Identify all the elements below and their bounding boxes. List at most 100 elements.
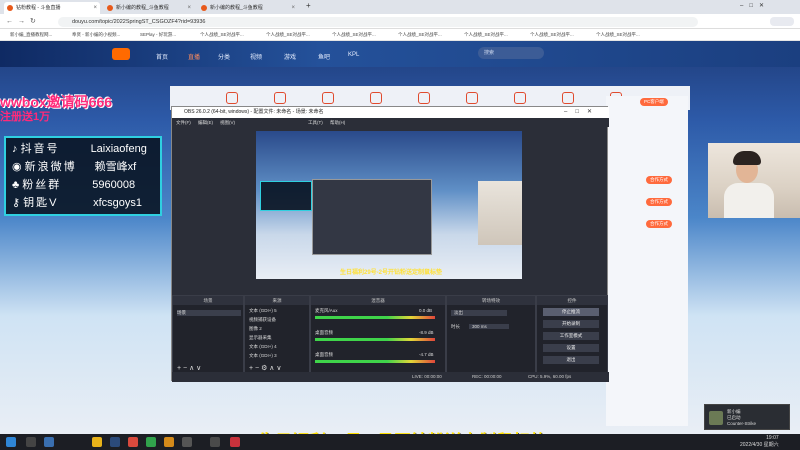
source-item[interactable]: 文本 (GDI+) 4 xyxy=(249,344,277,350)
file-explorer-icon[interactable] xyxy=(92,437,102,447)
windows-start-icon[interactable] xyxy=(6,437,16,447)
menu-help[interactable]: 帮助(H) xyxy=(330,118,345,127)
task-view-icon[interactable] xyxy=(44,437,54,447)
start-recording-button[interactable]: 开始录制 xyxy=(543,320,599,328)
nested-webcam xyxy=(478,181,522,245)
obs-taskbar-icon[interactable] xyxy=(210,437,220,447)
bookmark-item[interactable]: 个人战绩_SE对战平... xyxy=(200,31,244,39)
info-value: xfcsgoys1 xyxy=(93,197,143,209)
bookmark-item[interactable]: 个人战绩_SE对战平... xyxy=(596,31,640,39)
transition-select[interactable]: 淡出 xyxy=(451,310,507,316)
app-icon[interactable] xyxy=(164,437,174,447)
browser-tab-bar: 钻粉教程 - 斗鱼直播 × 新小编的教程_斗鱼教程 × 新小编的教程_斗鱼教程 × +… xyxy=(0,0,800,14)
bookmark-item[interactable]: 奉贤 - 新小编的小视频... xyxy=(72,31,120,39)
source-item[interactable]: 图像 2 xyxy=(249,326,262,332)
gift-icon[interactable] xyxy=(274,92,286,104)
clock-icon[interactable] xyxy=(466,92,478,104)
menu-file[interactable]: 文件(F) xyxy=(176,118,191,127)
obs-preview[interactable]: 生日福利29号-2号开钻粉送定制鼠标垫 xyxy=(256,131,522,279)
menu-view[interactable]: 视图(V) xyxy=(220,118,235,127)
browser-tab-2[interactable]: 新小编的教程_斗鱼教程 × xyxy=(104,2,194,14)
tab-label: 钻粉教程 - 斗鱼直播 xyxy=(16,5,61,11)
settings-button[interactable]: 设置 xyxy=(543,344,599,352)
address-bar[interactable]: douyu.com/topic/2022SpringST_CSGOZF4?rid… xyxy=(58,17,698,27)
ticket-icon[interactable] xyxy=(562,92,574,104)
calendar-icon[interactable] xyxy=(226,92,238,104)
source-toolbar[interactable]: + − ⚙ ∧ ∨ xyxy=(249,364,281,372)
app-icon[interactable] xyxy=(128,437,138,447)
profile-button[interactable] xyxy=(770,17,794,26)
chrome-icon[interactable] xyxy=(146,437,156,447)
obs-window-controls[interactable]: –□✕ xyxy=(564,108,600,115)
nav-live[interactable]: 直播 xyxy=(188,52,200,61)
mixer-dock: 混音器 麦克风/Aux 0.0 dB 桌面音频 -8.9 dB 桌面音频 -4.… xyxy=(310,295,446,375)
menu-tools[interactable]: 工具(T) xyxy=(308,118,323,127)
douyu-favicon-icon xyxy=(7,5,13,11)
weibo-icon: ◉ xyxy=(12,161,25,173)
mixer-track-name: 麦克风/Aux xyxy=(315,308,338,313)
tv-icon[interactable] xyxy=(322,92,334,104)
close-tab-icon[interactable]: × xyxy=(187,2,191,14)
source-item[interactable]: 显示器采集 xyxy=(249,335,272,341)
bookmark-item[interactable]: 个人战绩_SE对战平... xyxy=(332,31,376,39)
info-value: 5960008 xyxy=(92,179,136,191)
fire-icon[interactable] xyxy=(418,92,430,104)
pc-client-button[interactable]: PC客户端 xyxy=(640,98,668,106)
nav-video[interactable]: 视频 xyxy=(250,52,262,61)
menu-edit[interactable]: 编辑(E) xyxy=(198,118,213,127)
steam-icon[interactable] xyxy=(110,437,120,447)
info-row-douyin: ♪ 抖音号 Laixiaofeng xyxy=(12,140,147,158)
clock-date: 2022/4/30 星期六 xyxy=(740,442,779,448)
mixer-track-db: -4.7 dB xyxy=(419,352,434,357)
source-item[interactable]: 文本 (GDI+) 5 xyxy=(249,308,277,314)
scenes-dock: 场景 场景 + − ∧ ∨ xyxy=(172,295,244,375)
duration-input[interactable]: 300 ms xyxy=(469,324,509,329)
taskbar: 19:07 2022/4/30 星期六 xyxy=(0,434,800,450)
source-item[interactable]: 文本 (GDI+) 3 xyxy=(249,353,277,359)
app-icon[interactable] xyxy=(182,437,192,447)
cooperation-button[interactable]: 合作方式 xyxy=(646,176,672,184)
trophy-icon[interactable] xyxy=(370,92,382,104)
scene-toolbar[interactable]: + − ∧ ∨ xyxy=(177,364,201,372)
app-icon[interactable] xyxy=(230,437,240,447)
info-value: Laixiaofeng xyxy=(90,143,147,155)
search-icon[interactable] xyxy=(26,437,36,447)
window-controls[interactable]: –□✕ xyxy=(740,2,770,9)
nav-category[interactable]: 分类 xyxy=(218,52,230,61)
bookmark-item[interactable]: 个人战绩_SE对战平... xyxy=(530,31,574,39)
source-item[interactable]: 视频捕获设备 xyxy=(249,317,276,323)
site-search-input[interactable]: 搜索 xyxy=(478,47,544,59)
info-value: 赖雪峰xf xyxy=(94,161,137,173)
bookmark-item[interactable]: SEPlay - 好玩游... xyxy=(140,31,176,39)
tab-label: 新小编的教程_斗鱼教程 xyxy=(210,5,263,11)
info-key: 新浪微博 xyxy=(24,161,77,173)
system-clock[interactable]: 19:07 2022/4/30 星期六 xyxy=(740,435,779,449)
browser-tab-1[interactable]: 钻粉教程 - 斗鱼直播 × xyxy=(4,2,100,14)
game-notification[interactable]: 新小编 已启动 Counter-Strike xyxy=(704,404,790,430)
sources-dock: 来源 文本 (GDI+) 5 视频捕获设备 图像 2 显示器采集 文本 (GDI… xyxy=(244,295,310,375)
close-tab-icon[interactable]: × xyxy=(291,2,295,14)
bookmark-item[interactable]: 个人战绩_SE对战平... xyxy=(464,31,508,39)
bookmark-item[interactable]: 新小编_直播教程网... xyxy=(10,31,52,39)
site-header: 首页 直播 分类 视频 游戏 鱼吧 KPL xyxy=(0,41,800,67)
stop-streaming-button[interactable]: 停止推流 xyxy=(543,308,599,316)
nav-buttons[interactable]: ←→↻ xyxy=(6,17,41,25)
nav-yuba[interactable]: 鱼吧 xyxy=(318,52,330,61)
bookmark-item[interactable]: 个人战绩_SE对战平... xyxy=(266,31,310,39)
douyu-logo[interactable] xyxy=(112,48,130,60)
cooperation-button[interactable]: 合作方式 xyxy=(646,220,672,228)
exit-button[interactable]: 退出 xyxy=(543,356,599,364)
streamer-hair xyxy=(733,151,761,165)
nav-home[interactable]: 首页 xyxy=(156,52,168,61)
cooperation-button[interactable]: 合作方式 xyxy=(646,198,672,206)
browser-tab-3[interactable]: 新小编的教程_斗鱼教程 × xyxy=(198,2,298,14)
bag-icon[interactable] xyxy=(514,92,526,104)
bookmark-item[interactable]: 个人战绩_SE对战平... xyxy=(398,31,442,39)
studio-mode-button[interactable]: 工作室模式 xyxy=(543,332,599,340)
nav-kpl[interactable]: KPL xyxy=(348,52,359,58)
new-tab-button[interactable]: + xyxy=(306,1,311,10)
nav-games[interactable]: 游戏 xyxy=(284,52,296,61)
close-tab-icon[interactable]: × xyxy=(93,2,97,14)
scene-item[interactable]: 场景 xyxy=(177,310,241,316)
douyu-favicon-icon xyxy=(201,5,207,11)
